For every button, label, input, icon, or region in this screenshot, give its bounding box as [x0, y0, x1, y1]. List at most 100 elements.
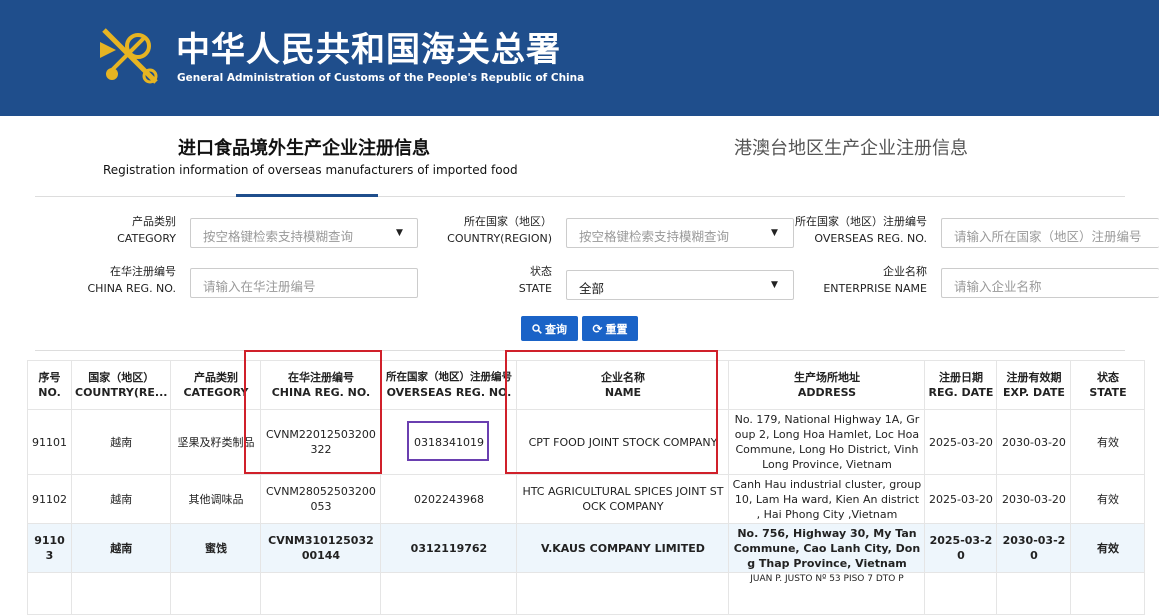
overseas-reg-label-cn: 所在国家（地区）注册编号 — [795, 215, 927, 228]
table-row[interactable]: 91103 越南 蜜饯 CVNM31012503200144 031211976… — [27, 523, 1146, 573]
site-title-en: General Administration of Customs of the… — [177, 72, 585, 84]
enterprise-label-en: ENTERPRISE NAME — [823, 282, 927, 295]
state-select[interactable]: 全部 — [566, 270, 794, 300]
cell-exp-date: 2030-03-20 — [996, 474, 1072, 524]
overseas-reg-highlight-box — [407, 421, 489, 461]
tab-overseas-manufacturers-en[interactable]: Registration information of overseas man… — [103, 163, 518, 177]
state-label: 状态 STATE — [470, 263, 552, 297]
search-button[interactable]: 查询 — [521, 316, 578, 341]
cell-state — [1070, 572, 1146, 615]
reset-button-label: 重置 — [605, 322, 628, 336]
cell-reg-date: 2025-03-20 — [924, 474, 998, 524]
header-en: NO. — [38, 386, 61, 399]
category-select[interactable]: 按空格键检索支持模糊查询 — [190, 218, 418, 248]
cell-state: 有效 — [1070, 474, 1146, 524]
cell-name: V.KAUS COMPANY LIMITED — [516, 523, 730, 573]
header-en: COUNTRY(RE... — [75, 386, 168, 399]
search-button-label: 查询 — [545, 322, 567, 336]
site-title-cn: 中华人民共和国海关总署 — [176, 30, 561, 70]
cell-overseas-reg: 0202243968 — [380, 474, 518, 524]
cell-country — [70, 572, 172, 615]
category-label-en: CATEGORY — [117, 232, 176, 245]
col-header-overseas-reg[interactable]: 所在国家（地区）注册编号 OVERSEAS REG. NO. — [380, 360, 518, 410]
table-row[interactable]: JUAN P. JUSTO Nº 53 PISO 7 DTO P — [27, 572, 1146, 615]
state-value: 全部 — [579, 281, 605, 296]
category-label: 产品类别 CATEGORY — [80, 213, 176, 247]
cell-exp-date: 2030-03-20 — [996, 523, 1072, 573]
col-header-no[interactable]: 序号 NO. — [27, 360, 72, 410]
col-header-state[interactable]: 状态 STATE — [1070, 360, 1146, 410]
cell-china-reg — [260, 572, 382, 615]
category-placeholder: 按空格键检索支持模糊查询 — [203, 229, 354, 244]
enterprise-label-cn: 企业名称 — [883, 265, 927, 278]
tab-overseas-manufacturers[interactable]: 进口食品境外生产企业注册信息 — [178, 134, 430, 160]
cell-no: 91103 — [27, 523, 72, 573]
china-reg-label-en: CHINA REG. NO. — [87, 282, 177, 295]
category-label-cn: 产品类别 — [132, 215, 176, 228]
enterprise-label: 企业名称 ENTERPRISE NAME — [800, 263, 927, 297]
col-header-exp-date[interactable]: 注册有效期 EXP. DATE — [996, 360, 1072, 410]
header-en: OVERSEAS REG. NO. — [386, 386, 512, 399]
country-chevron-down-icon[interactable]: ▼ — [771, 228, 778, 238]
tab-hk-macao-taiwan[interactable]: 港澳台地区生产企业注册信息 — [734, 134, 968, 160]
china-reg-placeholder: 请输入在华注册编号 — [203, 279, 316, 294]
cell-overseas-reg: 0312119762 — [380, 523, 518, 573]
cell-overseas-reg — [380, 572, 518, 615]
cell-reg-date — [924, 572, 998, 615]
header-en: STATE — [1089, 386, 1127, 399]
overseas-reg-label: 所在国家（地区）注册编号 OVERSEAS REG. NO. — [780, 213, 927, 247]
header-cn: 生产场所地址 — [793, 371, 860, 384]
col-header-country[interactable]: 国家（地区） COUNTRY(RE... — [70, 360, 172, 410]
cell-china-reg: CVNM28052503200053 — [260, 474, 382, 524]
tab-divider — [35, 196, 1125, 197]
china-reg-highlight-box — [244, 350, 382, 474]
cell-address: Canh Hau industrial cluster, group 10, L… — [728, 474, 926, 524]
cell-no: 91101 — [27, 409, 72, 475]
china-reg-label-cn: 在华注册编号 — [110, 265, 176, 278]
header-cn: 序号 — [38, 371, 61, 384]
overseas-reg-input[interactable]: 请输入所在国家（地区）注册编号 — [941, 218, 1159, 248]
refresh-icon: ⟳ — [592, 321, 603, 336]
cell-reg-date: 2025-03-20 — [924, 523, 998, 573]
table-row[interactable]: 91102 越南 其他调味品 CVNM28052503200053 020224… — [27, 474, 1146, 524]
china-reg-input[interactable]: 请输入在华注册编号 — [190, 268, 418, 298]
header-cn: 注册日期 — [938, 371, 983, 384]
header-cn: 注册有效期 — [1006, 371, 1062, 384]
header-cn: 状态 — [1096, 371, 1119, 384]
header-en: EXP. DATE — [1003, 386, 1065, 399]
overseas-reg-placeholder: 请输入所在国家（地区）注册编号 — [954, 229, 1142, 244]
cell-address: No. 756, Highway 30, My Tan Commune, Cao… — [728, 523, 926, 573]
china-reg-label: 在华注册编号 CHINA REG. NO. — [80, 263, 177, 297]
cell-exp-date — [996, 572, 1072, 615]
cell-name — [516, 572, 730, 615]
cell-reg-date: 2025-03-20 — [924, 409, 998, 475]
reset-button[interactable]: ⟳ 重置 — [582, 316, 638, 341]
header-en: ADDRESS — [797, 386, 857, 399]
cell-state: 有效 — [1070, 409, 1146, 475]
cell-address: JUAN P. JUSTO Nº 53 PISO 7 DTO P — [728, 572, 926, 615]
active-tab-indicator — [236, 194, 378, 197]
cell-state: 有效 — [1070, 523, 1146, 573]
state-chevron-down-icon[interactable]: ▼ — [771, 280, 778, 290]
header-en: REG. DATE — [928, 386, 994, 399]
country-select[interactable]: 按空格键检索支持模糊查询 — [566, 218, 794, 248]
cell-country: 越南 — [70, 409, 172, 475]
enterprise-placeholder: 请输入企业名称 — [954, 279, 1042, 294]
enterprise-input[interactable]: 请输入企业名称 — [941, 268, 1159, 298]
category-chevron-down-icon[interactable]: ▼ — [396, 228, 403, 238]
state-label-cn: 状态 — [530, 265, 552, 278]
customs-emblem-icon — [100, 28, 158, 84]
company-name-highlight-box — [505, 350, 718, 474]
cell-category: 其他调味品 — [170, 474, 262, 524]
cell-exp-date: 2030-03-20 — [996, 409, 1072, 475]
site-header: 中华人民共和国海关总署 General Administration of Cu… — [0, 0, 1159, 116]
overseas-reg-label-en: OVERSEAS REG. NO. — [814, 232, 927, 245]
col-header-address[interactable]: 生产场所地址 ADDRESS — [728, 360, 926, 410]
cell-category — [170, 572, 262, 615]
cell-country: 越南 — [70, 474, 172, 524]
col-header-reg-date[interactable]: 注册日期 REG. DATE — [924, 360, 998, 410]
cell-address: No. 179, National Highway 1A, Group 2, L… — [728, 409, 926, 475]
cell-china-reg: CVNM31012503200144 — [260, 523, 382, 573]
cell-name: HTC AGRICULTURAL SPICES JOINT STOCK COMP… — [516, 474, 730, 524]
cell-no — [27, 572, 72, 615]
